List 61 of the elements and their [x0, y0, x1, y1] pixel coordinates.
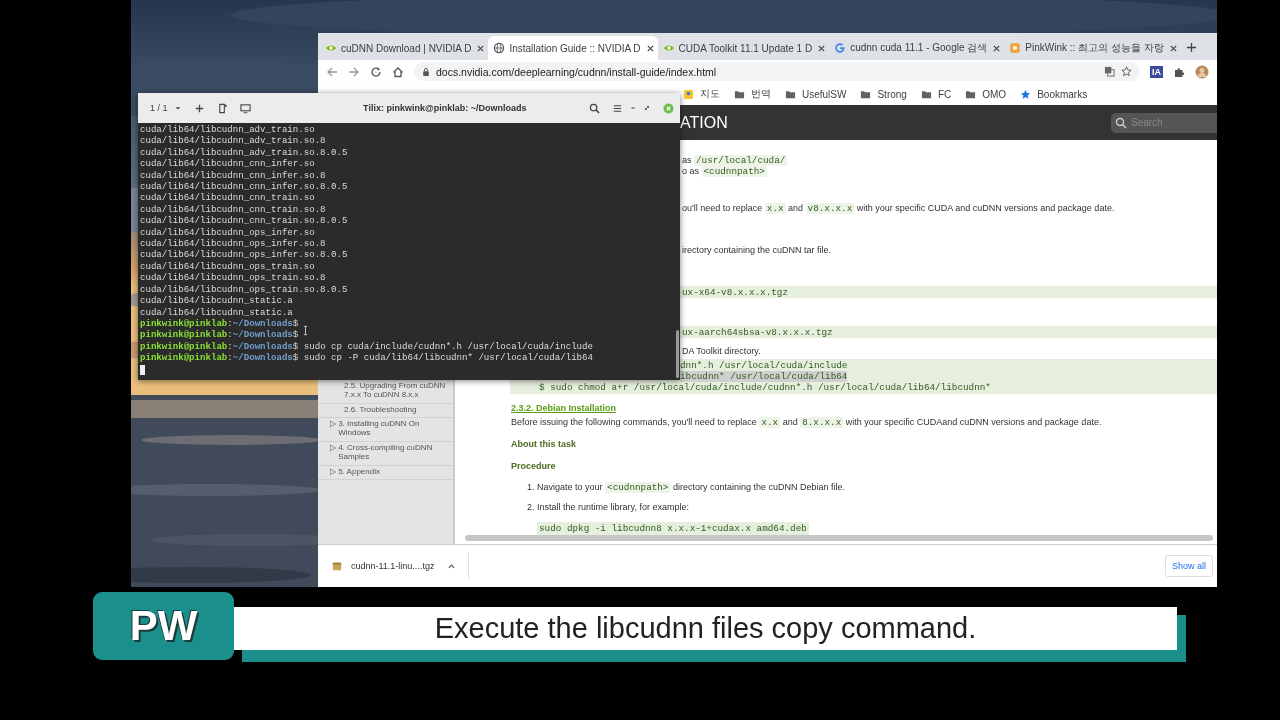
subtitle-text: Execute the libcudnn files copy command.	[234, 607, 1177, 650]
sidebar-item[interactable]: 2.6. Troubleshooting	[318, 403, 453, 419]
terminal-line: pinkwink@pinklab:~/Downloads$	[140, 329, 299, 341]
page-title: ATION	[680, 113, 728, 132]
bookmark[interactable]: Strong	[860, 88, 907, 100]
paragraph: irectory containing the cuDNN tar file.	[682, 245, 832, 256]
terminal-line: cuda/lib64/libcudnn_cnn_infer.so.8	[140, 169, 326, 182]
browser-tab[interactable]: CUDA Toolkit 11.1 Update 1 D	[657, 36, 830, 60]
window-title: Tilix: pinkwink@pinklab: ~/Downloads	[362, 103, 527, 113]
browser-tab[interactable]: Installation Guide :: NVIDIA D	[488, 36, 658, 60]
terminal-line: cuda/lib64/libcudnn_ops_infer.so.8.0.5	[140, 249, 348, 261]
terminal-line: cuda/lib64/libcudnn_ops_train.so	[140, 260, 315, 273]
terminal-line: pinkwink@pinklab:~/Downloads$ sudo cp -P cuda/lib64/libcudnn* /usr/local/cuda/lib64	[140, 352, 593, 364]
browser-tab[interactable]: PinkWink :: 최고의 성능을 자랑	[1004, 36, 1181, 60]
sidebar-item[interactable]: ▷ 5. Appendix	[318, 465, 453, 481]
download-item[interactable]: cudnn-11.1-linu....tgz	[332, 553, 470, 579]
terminal-line: cuda/lib64/libcudnn_adv_train.so.8.0.5	[140, 146, 348, 159]
terminal-line: cuda/lib64/libcudnn_ops_infer.so.8	[140, 238, 326, 250]
bookmark[interactable]: OMO	[965, 88, 1007, 100]
bookmark[interactable]: UsefulSW	[785, 88, 847, 100]
terminal-line: cuda/lib64/libcudnn_cnn_infer.so	[140, 158, 315, 170]
sidebar-item[interactable]: ▷ 3. Installing cuDNN On Windows	[318, 418, 453, 442]
terminal-line: cuda/lib64/libcudnn_static.a	[140, 306, 293, 318]
bookmark[interactable]: 지도	[683, 87, 720, 101]
subheading: Procedure	[511, 461, 556, 471]
paragraph: as /usr/local/cuda/	[682, 155, 788, 166]
code-block: ux-aarch64sbsa-v8.x.x.x.tgz	[680, 326, 1217, 338]
terminal-line: cuda/lib64/libcudnn_adv_train.so	[140, 124, 315, 136]
show-all-button[interactable]: Show all	[1164, 555, 1213, 577]
browser-tab[interactable]: cuDNN Download | NVIDIA D	[320, 36, 489, 60]
step-text: 1. Navigate to your <cudnnpath> directory containing the cuDNN Debian file.	[527, 482, 846, 493]
terminal-line: cuda/lib64/libcudnn_static.a	[140, 295, 293, 307]
paragraph: DA Toolkit directory.	[682, 346, 761, 357]
terminal-line: pinkwink@pinklab:~/Downloads$ sudo cp cuda/include/cudnn*.h /usr/local/cuda/include	[140, 340, 593, 353]
terminal-line: cuda/lib64/libcudnn_cnn_train.so	[140, 192, 315, 204]
bookmark[interactable]: FC	[920, 88, 952, 100]
code-block: ux-x64-v8.x.x.x.tgz	[680, 286, 1217, 298]
terminal-line: cuda/lib64/libcudnn_ops_train.so.8.0.5	[140, 283, 348, 296]
address-bar[interactable]: docs.nvidia.com/deeplearning/cudnn/install-guide/index.html	[414, 62, 1140, 81]
bookmark[interactable]: Bookmarks	[1020, 88, 1088, 100]
logo-badge: PW	[93, 592, 234, 660]
terminal-line: cuda/lib64/libcudnn_adv_train.so.8	[140, 135, 326, 147]
terminal-line: cuda/lib64/libcudnn_ops_infer.so	[140, 226, 315, 239]
session-selector[interactable]: 1 / 1	[150, 103, 168, 113]
terminal-line: pinkwink@pinklab:~/Downloads$	[140, 317, 299, 330]
code-line: $ sudo chmod a+r /usr/local/cuda/include/cudnn*.h /usr/local/cuda/lib64/libcudnn*	[539, 382, 991, 393]
section-heading[interactable]: 2.3.2. Debian Installation	[511, 403, 617, 413]
step-text: 2. Install the runtime library, for example:	[527, 502, 689, 513]
bookmark[interactable]: 번역	[734, 87, 771, 101]
paragraph: o as <cudnnpath>	[682, 166, 767, 177]
browser-tab[interactable]: cudnn cuda 11.1 - Google 검색	[829, 36, 1005, 60]
subheading: About this task	[511, 439, 576, 449]
extension-button[interactable]: IA	[1150, 65, 1163, 78]
terminal-line: cuda/lib64/libcudnn_ops_train.so.8	[140, 272, 326, 284]
paragraph: ou'll need to replace x.x and v8.x.x.x with your specific CUDA and cuDNN versions and package date.	[682, 203, 1115, 214]
sidebar-item[interactable]: ▷ 4. Cross-compiling cuDNN Samples	[318, 442, 453, 466]
paragraph: Before issuing the following commands, you'll need to replace x.x and 8.x.x.x with your specific CUDAand cuDNN versions and package date.	[511, 417, 1102, 428]
terminal-line: cuda/lib64/libcudnn_cnn_train.so.8.0.5	[140, 215, 348, 227]
terminal-line: cuda/lib64/libcudnn_cnn_train.so.8	[140, 203, 326, 216]
terminal-line: cuda/lib64/libcudnn_cnn_infer.so.8.0.5	[140, 181, 348, 193]
code-line: dnn*.h /usr/local/cuda/include	[680, 360, 848, 371]
